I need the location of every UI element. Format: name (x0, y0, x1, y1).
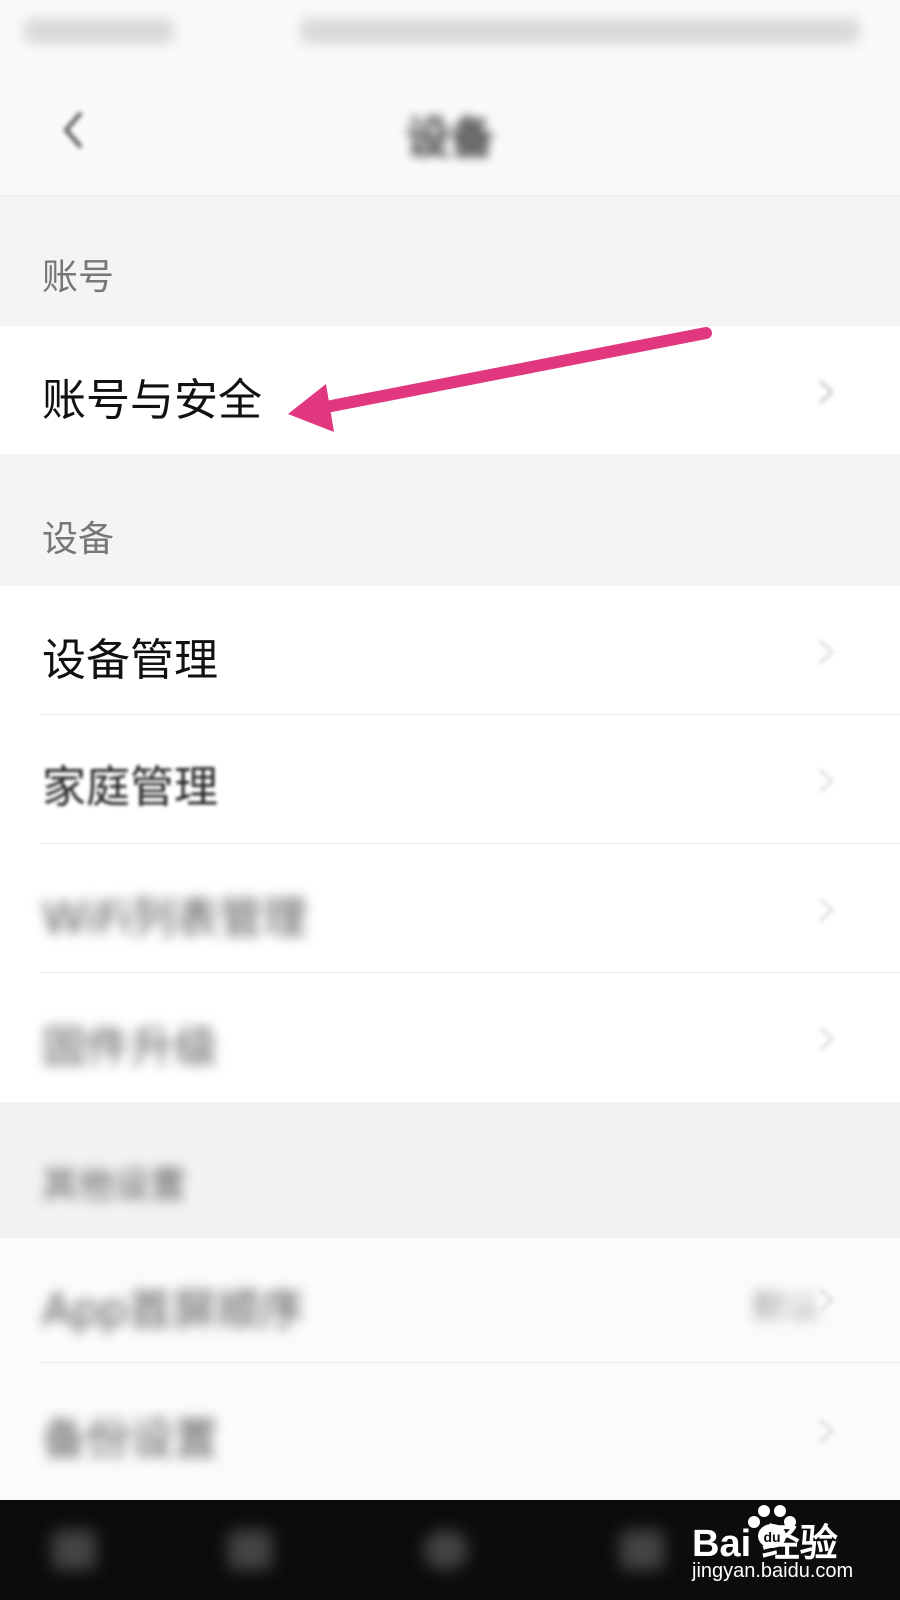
status-icons (300, 18, 860, 44)
chevron-right-icon (818, 897, 835, 923)
svg-text:du: du (763, 1529, 780, 1545)
row-wifi-list[interactable]: WiFi列表管理 (0, 844, 900, 972)
section-label: 设备 (42, 519, 115, 560)
row-label: 家庭管理 (42, 762, 218, 813)
row-label: 备份设置 (42, 1414, 218, 1465)
home-icon[interactable] (424, 1530, 468, 1570)
row-family-management[interactable]: 家庭管理 (0, 715, 900, 843)
watermark-url: jingyan.baidu.com (692, 1560, 854, 1582)
row-firmware-upgrade[interactable]: 固件升级 (0, 973, 900, 1102)
section-label: 其他设置 (42, 1165, 187, 1206)
paw-icon: du (748, 1505, 796, 1548)
recents-icon[interactable] (620, 1530, 664, 1570)
row-label: 设备管理 (42, 635, 218, 686)
device-list: 设备管理 家庭管理 WiFi列表管理 固件升级 (0, 586, 900, 1102)
chevron-right-icon (818, 1026, 835, 1052)
top-bar: 设备 (0, 64, 900, 196)
section-header-other: 其他设置 (0, 1102, 900, 1238)
page-title: 设备 (406, 113, 494, 164)
back-icon[interactable] (228, 1530, 272, 1570)
section-header-device: 设备 (0, 454, 900, 586)
section-label: 账号 (42, 257, 115, 298)
row-value: 默认 (752, 1288, 820, 1328)
chevron-right-icon (818, 639, 835, 665)
chevron-right-icon (818, 379, 835, 405)
row-label: 账号与安全 (42, 375, 262, 426)
row-account-security[interactable]: 账号与安全 (0, 326, 900, 454)
row-label: 固件升级 (42, 1022, 218, 1073)
chevron-right-icon (818, 1418, 835, 1444)
chevron-right-icon (818, 768, 835, 794)
row-label: App首屏顺序 (42, 1285, 304, 1336)
carrier-text (24, 18, 174, 44)
row-backup-settings[interactable]: 备份设置 (0, 1363, 900, 1500)
status-bar (0, 0, 900, 64)
row-label: WiFi列表管理 (42, 893, 308, 944)
section-header-account: 账号 (0, 196, 900, 326)
chevron-right-icon (818, 1287, 835, 1313)
row-device-management[interactable]: 设备管理 (0, 586, 900, 714)
other-list: App首屏顺序 默认 备份设置 (0, 1238, 900, 1500)
menu-icon[interactable] (52, 1530, 96, 1570)
row-app-home-order[interactable]: App首屏顺序 默认 (0, 1238, 900, 1362)
